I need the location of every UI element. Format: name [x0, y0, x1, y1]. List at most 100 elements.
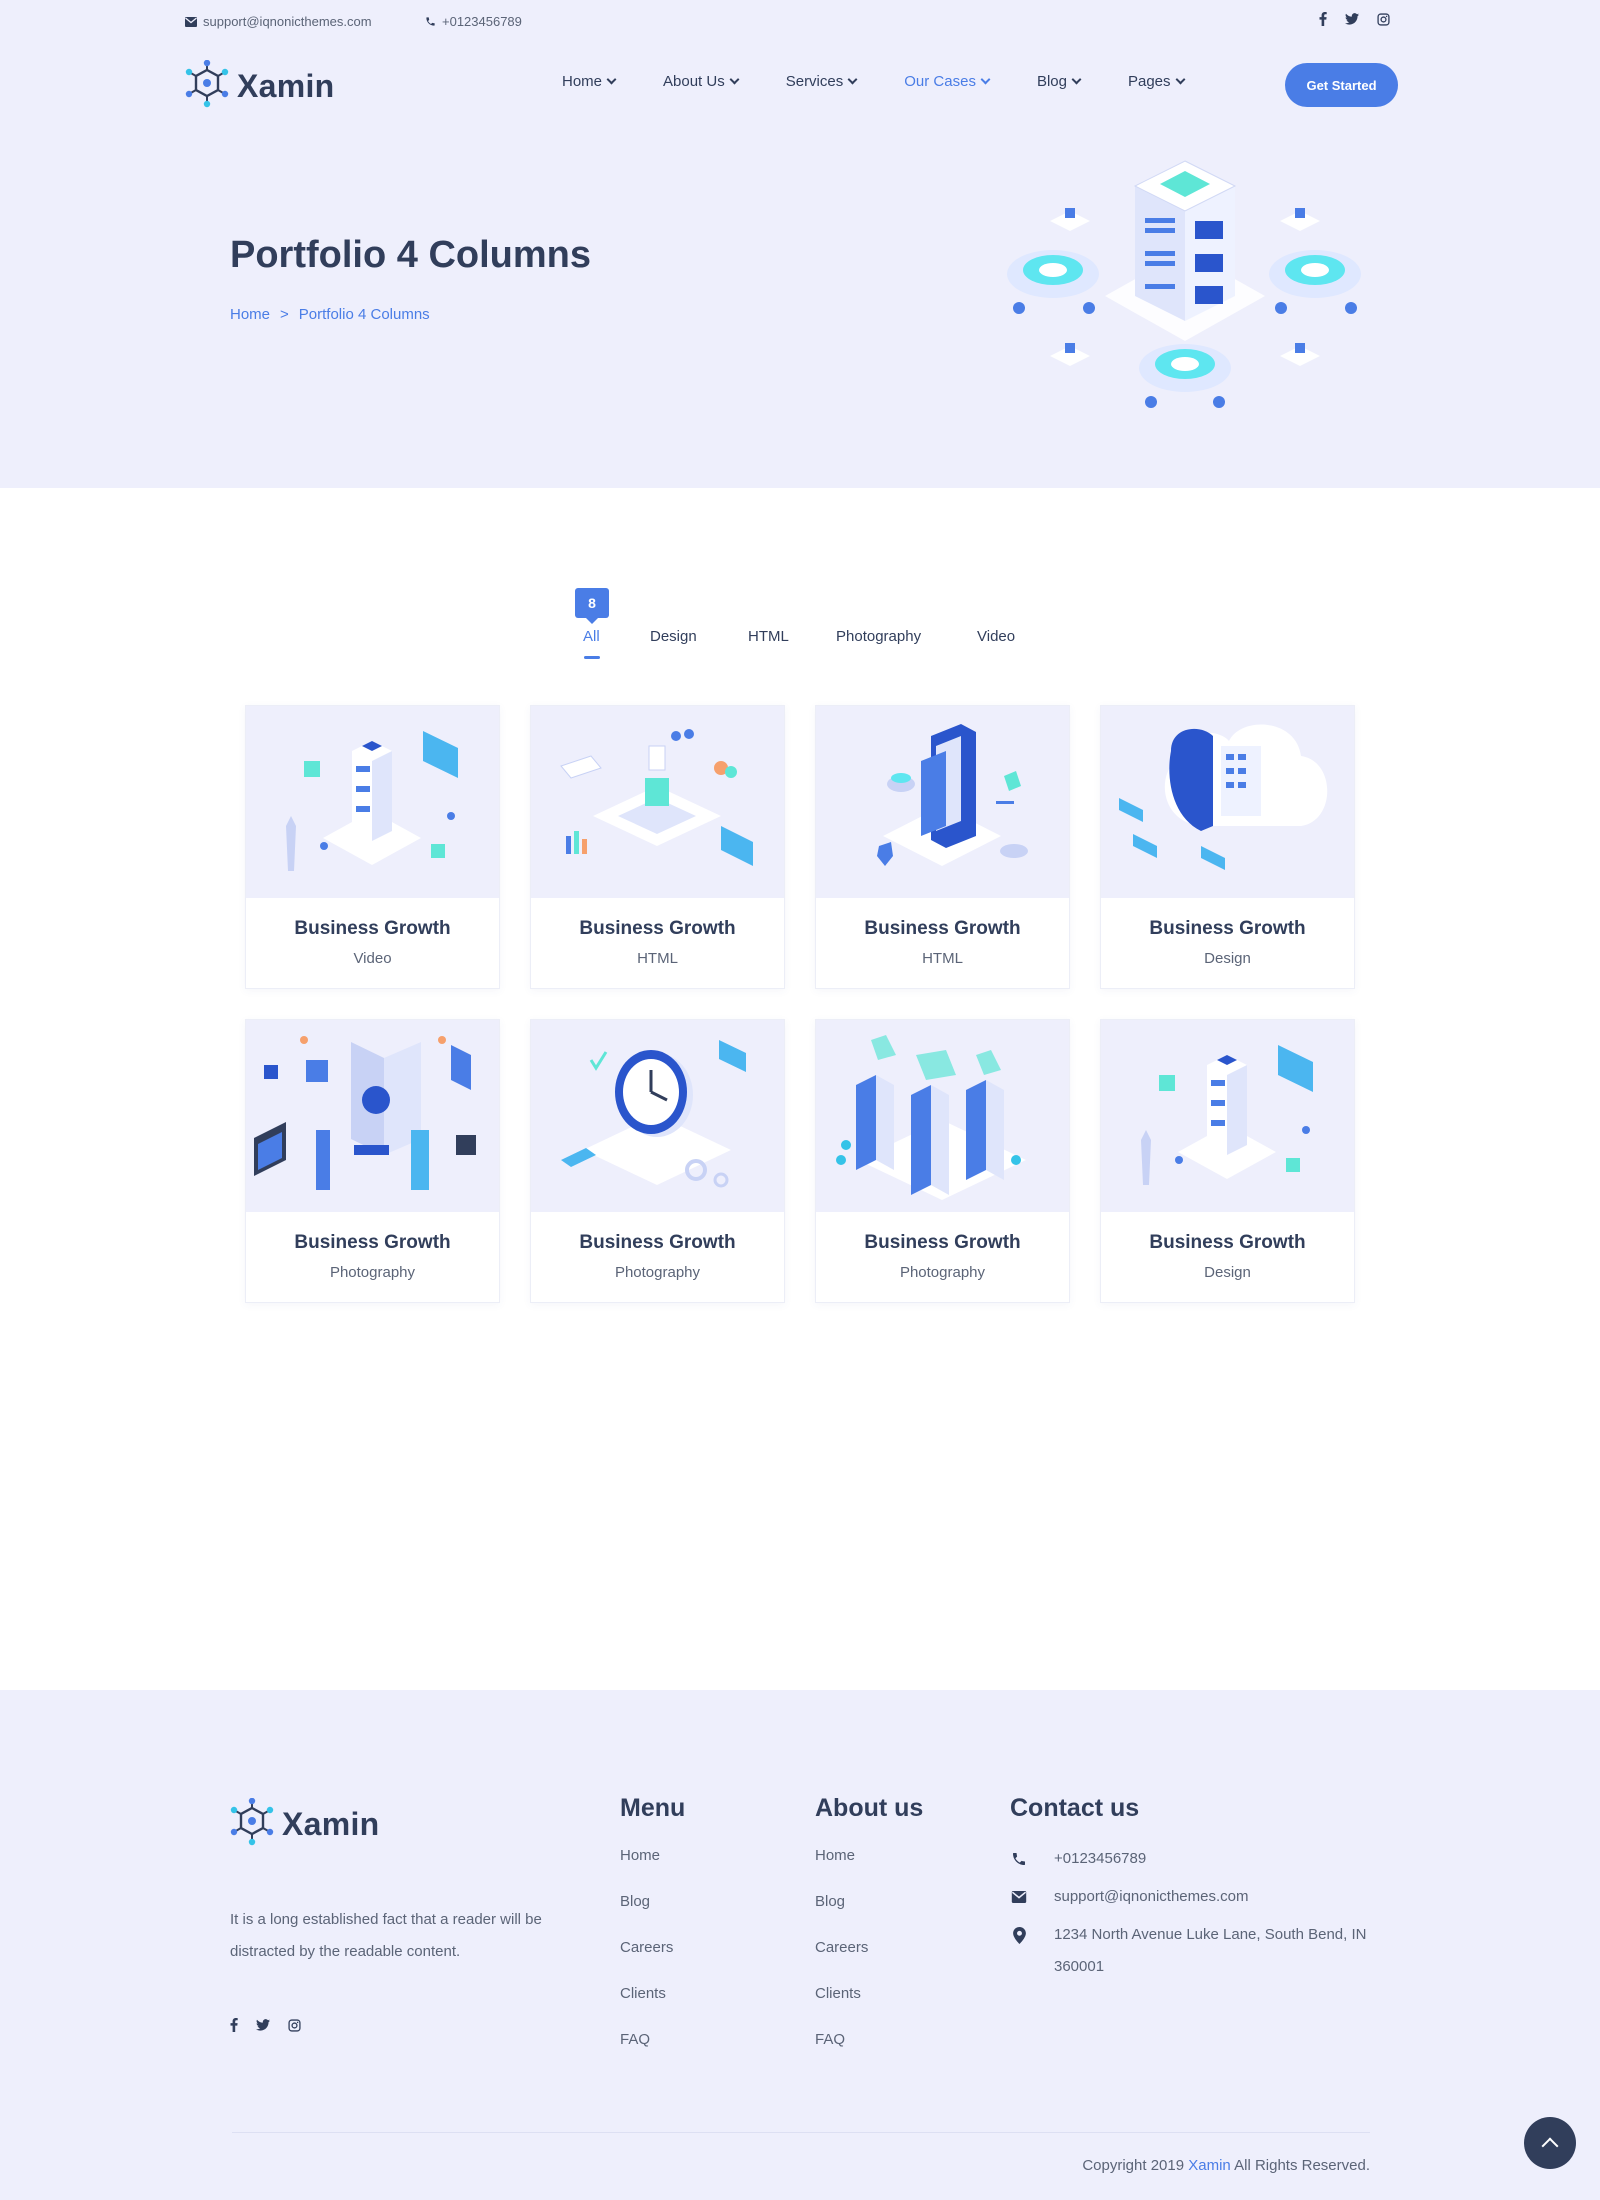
portfolio-title: Business Growth	[579, 1232, 736, 1253]
portfolio-category: Video	[353, 950, 392, 967]
active-filter-underline	[584, 656, 600, 659]
portfolio-category: Photography	[614, 1264, 701, 1281]
facebook-icon[interactable]	[1319, 12, 1327, 26]
breadcrumb: Home > Portfolio 4 Columns	[230, 306, 430, 323]
get-started-button[interactable]: Get Started	[1285, 63, 1398, 107]
nav-home[interactable]: Home	[562, 73, 617, 90]
portfolio-title: Business Growth	[864, 1232, 1021, 1253]
filter-video[interactable]: Video	[977, 628, 1015, 645]
portfolio-image	[531, 1020, 784, 1212]
footer-about-link[interactable]: Home	[815, 1847, 923, 1893]
nav-blog-label: Blog	[1036, 73, 1067, 90]
footer-description: It is a long established fact that a rea…	[230, 1911, 542, 1960]
twitter-icon[interactable]	[256, 2018, 270, 2032]
server-illustration	[1007, 160, 1361, 408]
footer-contact-address: 1234 North Avenue Luke Lane, South Bend,…	[1010, 1919, 1390, 1983]
portfolio-card[interactable]: Business Growth Design	[1100, 1019, 1355, 1303]
footer-menu-link[interactable]: Home	[620, 1847, 685, 1893]
footer-menu-title: Menu	[620, 1794, 686, 1822]
nav-our-cases[interactable]: Our Cases	[904, 73, 991, 90]
breadcrumb-current: Portfolio 4 Columns	[298, 306, 430, 323]
portfolio-card[interactable]: Business Growth HTML	[815, 705, 1070, 989]
copyright-brand-link[interactable]: Xamin	[1188, 2157, 1231, 2174]
nav-about-us[interactable]: About Us	[663, 73, 740, 90]
twitter-icon[interactable]	[1345, 12, 1359, 26]
instagram-icon[interactable]	[1377, 12, 1390, 26]
portfolio-category: HTML	[637, 950, 678, 967]
site-header: Xamin Home About Us Services Our Cases B…	[0, 44, 1600, 126]
portfolio-title: Business Growth	[1149, 1232, 1306, 1253]
nav-services-label: Services	[785, 73, 844, 90]
portfolio-image	[816, 1020, 1069, 1212]
breadcrumb-home[interactable]: Home	[230, 306, 270, 323]
nav-pages[interactable]: Pages	[1128, 73, 1185, 90]
top-bar: support@iqnonicthemes.com +0123456789	[0, 0, 1600, 44]
instagram-icon[interactable]	[288, 2018, 301, 2032]
footer-contact-phone-text: +0123456789	[1054, 1850, 1147, 1867]
footer-contact-address-text: 1234 North Avenue Luke Lane, South Bend,…	[1054, 1926, 1367, 1975]
portfolio-card[interactable]: Business Growth Photography	[245, 1019, 500, 1303]
portfolio-title: Business Growth	[294, 1232, 451, 1253]
nav-about-us-label: About Us	[663, 73, 725, 90]
footer-brand-name: Xamin	[282, 1806, 380, 1842]
portfolio-card[interactable]: Business Growth Video	[245, 705, 500, 989]
footer-about-link[interactable]: Clients	[815, 1985, 923, 2031]
footer-about-link[interactable]: Careers	[815, 1939, 923, 1985]
topbar-social	[1319, 12, 1390, 26]
item-count-badge: 8	[575, 588, 609, 624]
copyright: Copyright 2019 Xamin All Rights Reserved…	[1082, 2157, 1370, 2174]
filter-design[interactable]: Design	[650, 628, 697, 645]
brand-logo[interactable]: Xamin	[185, 59, 335, 113]
portfolio-category: Design	[1204, 1264, 1251, 1281]
facebook-icon[interactable]	[230, 2018, 238, 2032]
chevron-down-icon	[980, 74, 991, 85]
filter-html[interactable]: HTML	[748, 628, 789, 645]
map-pin-icon	[1010, 1919, 1028, 1951]
page-title: Portfolio 4 Columns	[230, 234, 591, 276]
nav-our-cases-label: Our Cases	[904, 73, 976, 90]
portfolio-card[interactable]: Business Growth Design	[1100, 705, 1355, 989]
footer-about-title: About us	[815, 1794, 924, 1822]
footer-menu-link[interactable]: Careers	[620, 1939, 685, 1985]
nav-home-label: Home	[562, 73, 603, 90]
footer-about-link[interactable]: Blog	[815, 1893, 923, 1939]
footer-about-link[interactable]: FAQ	[815, 2031, 923, 2077]
topbar-email[interactable]: support@iqnonicthemes.com	[185, 14, 372, 29]
nav-blog[interactable]: Blog	[1036, 73, 1082, 90]
filter-photography[interactable]: Photography	[836, 628, 921, 645]
portfolio-card[interactable]: Business Growth Photography	[815, 1019, 1070, 1303]
back-to-top-button[interactable]	[1524, 2117, 1576, 2169]
footer-contact-column: Contact us +0123456789 support@iqnonicth…	[1010, 1794, 1390, 1993]
topbar-phone[interactable]: +0123456789	[425, 14, 522, 29]
chevron-down-icon	[847, 74, 858, 85]
filter-all[interactable]: All	[583, 628, 600, 645]
portfolio-card[interactable]: Business Growth Photography	[530, 1019, 785, 1303]
footer-contact-title: Contact us	[1010, 1794, 1140, 1822]
brand-name: Xamin	[237, 68, 335, 104]
portfolio-category: HTML	[922, 950, 963, 967]
footer-brand-logo[interactable]: Xamin	[230, 1797, 380, 1851]
page-hero: Portfolio 4 Columns Home > Portfolio 4 C…	[0, 126, 1600, 488]
footer-menu-link[interactable]: Blog	[620, 1893, 685, 1939]
copyright-prefix: Copyright 2019	[1082, 2157, 1185, 2174]
footer-contact-phone[interactable]: +0123456789	[1010, 1843, 1390, 1875]
portfolio-image	[1101, 706, 1354, 898]
portfolio-category: Photography	[329, 1264, 416, 1281]
footer-about-column: About us Home Blog Careers Clients FAQ	[815, 1794, 923, 2077]
portfolio-title: Business Growth	[864, 918, 1021, 939]
footer-menu-link[interactable]: FAQ	[620, 2031, 685, 2077]
footer-contact-email[interactable]: support@iqnonicthemes.com	[1010, 1881, 1390, 1913]
portfolio-image	[1101, 1020, 1354, 1212]
portfolio-grid: Business Growth Video Business Growth HT	[245, 705, 1357, 1303]
xamin-logo-icon	[185, 59, 229, 113]
portfolio-card[interactable]: Business Growth HTML	[530, 705, 785, 989]
footer-social	[230, 2018, 301, 2032]
chevron-down-icon	[1175, 74, 1185, 85]
portfolio-title: Business Growth	[294, 918, 451, 939]
portfolio-title: Business Growth	[1149, 918, 1306, 939]
phone-icon	[1010, 1843, 1028, 1875]
chevron-up-icon	[1541, 2137, 1559, 2155]
footer-menu-column: Menu Home Blog Careers Clients FAQ	[620, 1794, 685, 2077]
nav-services[interactable]: Services	[785, 73, 858, 90]
footer-menu-link[interactable]: Clients	[620, 1985, 685, 2031]
